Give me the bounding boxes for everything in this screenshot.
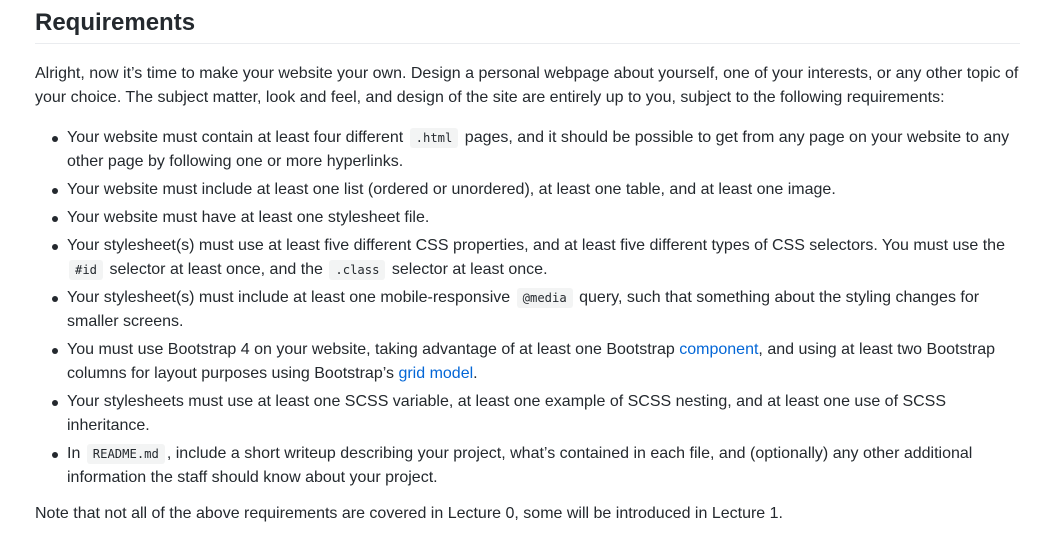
list-item-text: selector at least once, and the [109,261,323,278]
list-item-text: Your website must contain at least four … [67,129,404,146]
list-item-text: . [473,365,478,382]
inline-code: README.md [86,444,165,464]
inline-code: #id [69,260,104,280]
bullet-icon [52,244,58,250]
bullet-icon [52,452,58,458]
list-item: Your stylesheet(s) must include at least… [52,286,1020,334]
grid-model-link[interactable]: grid model [398,365,473,382]
bullet-icon [52,348,58,354]
list-item-text: Your stylesheets must use at least one S… [67,393,947,434]
section-heading: Requirements [35,0,1020,44]
list-item-text: Your website must include at least one l… [67,181,836,198]
list-item: Your website must contain at least four … [52,126,1020,174]
inline-code: .html [409,128,459,148]
list-item-text: In [67,445,81,462]
list-item-text: Your website must have at least one styl… [67,209,430,226]
list-item: Your website must have at least one styl… [52,206,1020,230]
list-item-text: Your stylesheet(s) must use at least fiv… [67,237,1005,254]
list-item: Your website must include at least one l… [52,178,1020,202]
list-item-text: , include a short writeup describing you… [67,445,973,486]
list-item: In README.md, include a short writeup de… [52,442,1020,490]
intro-paragraph: Alright, now it’s time to make your webs… [35,65,1019,106]
bullet-icon [52,400,58,406]
inline-code: .class [329,260,386,280]
list-item-text: selector at least once. [391,261,548,278]
inline-code: @media [516,288,573,308]
list-item: Your stylesheets must use at least one S… [52,390,1020,438]
bullet-icon [52,216,58,222]
article: Requirements Alright, now it’s time to m… [35,0,1020,526]
list-item: Your stylesheet(s) must use at least fiv… [52,234,1020,282]
list-item: You must use Bootstrap 4 on your website… [52,338,1020,386]
bullet-icon [52,188,58,194]
list-item-text: Your stylesheet(s) must include at least… [67,289,511,306]
bullet-icon [52,296,58,302]
bullet-icon [52,136,58,142]
list-item-text: You must use Bootstrap 4 on your website… [67,341,675,358]
component-link[interactable]: component [679,341,758,358]
note-paragraph: Note that not all of the above requireme… [35,505,783,522]
requirements-list: Your website must contain at least four … [35,126,1020,490]
